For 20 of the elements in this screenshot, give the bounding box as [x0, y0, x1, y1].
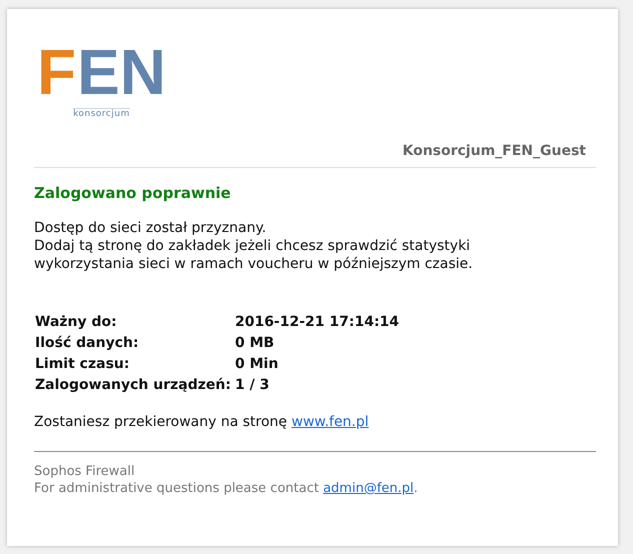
network-name: Konsorcjum_FEN_Guest — [402, 143, 586, 159]
detail-value: 1 / 3 — [234, 376, 270, 395]
detail-value: 0 MB — [234, 334, 276, 353]
detail-label: Zalogowanych urządzeń: — [35, 376, 232, 395]
detail-label: Ważny do: — [35, 313, 118, 332]
detail-label: Ilość danych: — [35, 334, 140, 353]
redirect-text: Zostaniesz przekierowany na stronę www.fen.pl — [34, 414, 370, 430]
message-text: Dostęp do sieci został przyznany. — [34, 219, 268, 237]
footer-text: For administrative questions please contact admin@fen.pl. — [34, 480, 419, 497]
footer-text: Sophos Firewall — [34, 463, 136, 480]
logo-letters: EN — [77, 39, 166, 105]
status-heading: Zalogowano poprawnie — [34, 184, 232, 202]
detail-value: 2016-12-21 17:14:14 — [234, 313, 400, 332]
email-link[interactable]: admin@fen.pl — [323, 481, 414, 496]
detail-value: 0 Min — [234, 355, 280, 374]
website-link[interactable]: www.fen.pl — [292, 414, 369, 430]
message-text: Dodaj tą stronę do zakładek jeżeli chcesz sprawdzić statystyki wykorzystania sieci w ramach voucheru w późniejszym czasie. — [34, 237, 474, 273]
logo-letter: F — [37, 39, 76, 105]
logo-tagline: konsorcjum — [73, 108, 130, 119]
detail-label: Limit czasu: — [35, 355, 130, 374]
